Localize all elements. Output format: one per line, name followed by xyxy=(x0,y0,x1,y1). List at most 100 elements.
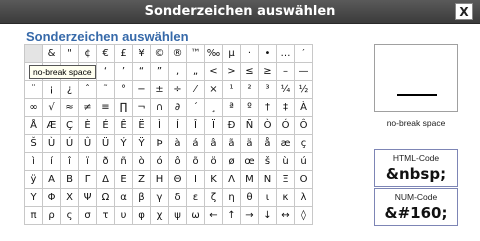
character-cell[interactable]: & xyxy=(43,45,61,63)
character-cell[interactable]: φ xyxy=(133,207,151,225)
character-cell[interactable]: ε xyxy=(187,189,205,207)
character-cell[interactable]: ÿ xyxy=(25,171,43,189)
character-cell[interactable]: õ xyxy=(187,153,205,171)
character-cell[interactable]: ∏ xyxy=(115,99,133,117)
character-cell[interactable]: Ô xyxy=(295,117,313,135)
character-cell[interactable]: Α xyxy=(43,171,61,189)
character-cell[interactable]: Û xyxy=(79,135,97,153)
character-cell[interactable]: Δ xyxy=(97,171,115,189)
character-cell[interactable]: ð xyxy=(97,153,115,171)
character-cell[interactable]: ° xyxy=(115,81,133,99)
character-cell[interactable]: τ xyxy=(97,207,115,225)
character-cell[interactable]: Ñ xyxy=(241,117,259,135)
character-cell[interactable]: ® xyxy=(169,45,187,63)
character-cell[interactable]: Æ xyxy=(43,117,61,135)
character-cell[interactable]: ½ xyxy=(295,81,313,99)
character-cell[interactable]: ¹ xyxy=(223,81,241,99)
character-cell[interactable]: ¡ xyxy=(43,81,61,99)
character-cell[interactable]: ‰ xyxy=(205,45,223,63)
character-cell[interactable]: ï xyxy=(79,153,97,171)
character-cell[interactable]: χ xyxy=(151,207,169,225)
character-cell[interactable]: € xyxy=(97,45,115,63)
character-cell[interactable]: ô xyxy=(169,153,187,171)
character-cell[interactable]: ò xyxy=(133,153,151,171)
character-cell[interactable]: Ó xyxy=(277,117,295,135)
character-cell[interactable]: η xyxy=(223,189,241,207)
character-cell[interactable]: Φ xyxy=(43,189,61,207)
character-cell[interactable]: ² xyxy=(241,81,259,99)
character-cell[interactable]: â xyxy=(205,135,223,153)
character-cell[interactable]: ú xyxy=(295,153,313,171)
character-cell[interactable]: ∩ xyxy=(151,99,169,117)
character-cell[interactable]: Ý xyxy=(115,135,133,153)
character-cell[interactable]: • xyxy=(259,45,277,63)
character-cell[interactable]: ≠ xyxy=(79,99,97,117)
character-cell[interactable]: ‡ xyxy=(277,99,295,117)
character-cell[interactable]: > xyxy=(223,63,241,81)
character-cell[interactable]: − xyxy=(133,81,151,99)
character-cell[interactable]: ι xyxy=(259,189,277,207)
character-cell[interactable] xyxy=(25,45,43,63)
character-cell[interactable]: Ü xyxy=(97,135,115,153)
character-cell[interactable]: ⁄ xyxy=(187,81,205,99)
character-cell[interactable]: Χ xyxy=(61,189,79,207)
character-cell[interactable]: Β xyxy=(61,171,79,189)
character-cell[interactable]: Ι xyxy=(187,171,205,189)
character-cell[interactable]: É xyxy=(97,117,115,135)
character-cell[interactable]: Θ xyxy=(169,171,187,189)
character-cell[interactable]: £ xyxy=(115,45,133,63)
character-cell[interactable]: · xyxy=(241,45,259,63)
character-cell[interactable]: ‘ xyxy=(97,63,115,81)
character-cell[interactable]: ¿ xyxy=(61,81,79,99)
character-cell[interactable]: š xyxy=(259,153,277,171)
character-cell[interactable]: ψ xyxy=(169,207,187,225)
character-cell[interactable]: Ï xyxy=(205,117,223,135)
character-cell[interactable]: α xyxy=(115,189,133,207)
character-cell[interactable]: Υ xyxy=(25,189,43,207)
character-cell[interactable]: Η xyxy=(151,171,169,189)
character-cell[interactable]: ‚ xyxy=(169,63,187,81)
character-cell[interactable]: Ÿ xyxy=(133,135,151,153)
character-cell[interactable]: Ω xyxy=(97,189,115,207)
character-cell[interactable]: Ψ xyxy=(79,189,97,207)
character-cell[interactable]: Ç xyxy=(61,117,79,135)
character-cell[interactable]: υ xyxy=(115,207,133,225)
character-cell[interactable]: ζ xyxy=(205,189,223,207)
character-cell[interactable]: ä xyxy=(241,135,259,153)
character-cell[interactable]: θ xyxy=(241,189,259,207)
character-cell[interactable]: … xyxy=(277,45,295,63)
character-cell[interactable]: ¢ xyxy=(79,45,97,63)
character-cell[interactable]: ” xyxy=(151,63,169,81)
character-cell[interactable]: í xyxy=(43,153,61,171)
character-cell[interactable]: Ζ xyxy=(133,171,151,189)
character-cell[interactable]: ≥ xyxy=(259,63,277,81)
character-cell[interactable]: κ xyxy=(277,189,295,207)
character-cell[interactable]: → xyxy=(241,207,259,225)
character-cell[interactable]: ∞ xyxy=(25,99,43,117)
character-cell[interactable]: Λ xyxy=(223,171,241,189)
character-cell[interactable]: „ xyxy=(187,63,205,81)
character-cell[interactable]: ρ xyxy=(43,207,61,225)
character-cell[interactable]: γ xyxy=(151,189,169,207)
character-cell[interactable]: ≈ xyxy=(61,99,79,117)
character-cell[interactable]: ¨ xyxy=(25,81,43,99)
character-cell[interactable]: ¸ xyxy=(205,99,223,117)
character-cell[interactable]: À xyxy=(295,99,313,117)
character-cell[interactable]: ÷ xyxy=(169,81,187,99)
character-cell[interactable]: β xyxy=(133,189,151,207)
character-cell[interactable]: ñ xyxy=(115,153,133,171)
character-cell[interactable]: λ xyxy=(295,189,313,207)
character-cell[interactable]: ± xyxy=(151,81,169,99)
character-cell[interactable]: Ò xyxy=(259,117,277,135)
character-cell[interactable]: î xyxy=(61,153,79,171)
character-cell[interactable]: Ú xyxy=(61,135,79,153)
character-cell[interactable]: ω xyxy=(187,207,205,225)
character-cell[interactable]: à xyxy=(169,135,187,153)
character-cell[interactable]: Š xyxy=(25,135,43,153)
character-cell[interactable]: ó xyxy=(151,153,169,171)
character-cell[interactable]: δ xyxy=(169,189,187,207)
character-cell[interactable]: ç xyxy=(295,135,313,153)
character-cell[interactable]: √ xyxy=(43,99,61,117)
character-cell[interactable]: ¥ xyxy=(133,45,151,63)
character-cell[interactable]: — xyxy=(295,63,313,81)
